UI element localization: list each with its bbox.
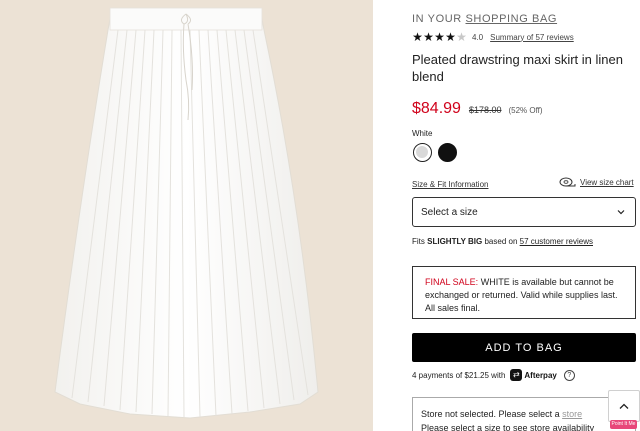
size-select-placeholder: Select a size <box>421 206 478 218</box>
chevron-up-icon <box>619 403 629 409</box>
customer-reviews-link[interactable]: 57 customer reviews <box>520 237 593 246</box>
color-swatch-black[interactable] <box>438 143 457 162</box>
shopping-bag-link[interactable]: SHOPPING BAG <box>466 13 558 25</box>
chevron-down-icon <box>617 210 625 215</box>
fit-summary: Fits SLIGHTLY BIG based on 57 customer r… <box>412 237 593 246</box>
product-info-panel: IN YOUR SHOPPING BAG ★ ★ ★ ★ ★ 4.0 Summa… <box>412 0 640 431</box>
tape-measure-icon <box>559 177 576 187</box>
star-rating: ★ ★ ★ ★ ★ <box>412 31 467 43</box>
reviews-summary-link[interactable]: Summary of 57 reviews <box>490 33 574 42</box>
store-availability-box: Store not selected. Please select a stor… <box>412 397 636 431</box>
product-image[interactable] <box>0 0 373 431</box>
final-sale-label: FINAL SALE: <box>425 277 479 287</box>
star-filled-icon: ★ <box>434 30 445 44</box>
in-bag-prefix: IN YOUR <box>412 13 462 25</box>
star-filled-icon: ★ <box>412 30 423 44</box>
add-to-bag-button[interactable]: ADD TO BAG <box>412 333 636 362</box>
afterpay-row: 4 payments of $21.25 with ⇄ Afterpay ? <box>412 369 575 381</box>
select-store-link[interactable]: store <box>562 409 582 419</box>
info-icon[interactable]: ? <box>563 369 575 381</box>
fit-middle: based on <box>484 237 518 246</box>
price-row: $84.99 $178.00 (52% Off) <box>412 100 543 118</box>
fit-verdict: SLIGHTLY BIG <box>427 237 483 246</box>
extension-badge[interactable]: Point It Me <box>610 420 637 429</box>
final-sale-notice: FINAL SALE: WHITE is available but canno… <box>412 266 636 319</box>
afterpay-brand: Afterpay <box>524 370 557 380</box>
afterpay-logo-icon: ⇄ <box>510 369 523 381</box>
size-chart-link[interactable]: View size chart <box>559 177 634 188</box>
discount-percent: (52% Off) <box>508 106 543 115</box>
star-filled-icon: ★ <box>423 30 434 44</box>
color-swatch-white[interactable] <box>413 143 432 162</box>
scroll-to-top-button[interactable] <box>608 390 640 422</box>
original-price: $178.00 <box>468 105 502 115</box>
size-select-dropdown[interactable]: Select a size <box>412 197 636 227</box>
rating-row: ★ ★ ★ ★ ★ 4.0 Summary of 57 reviews <box>412 31 574 43</box>
in-bag-notice: IN YOUR SHOPPING BAG <box>412 13 557 25</box>
star-empty-icon: ★ <box>456 30 467 44</box>
product-title: Pleated drawstring maxi skirt in linen b… <box>412 52 623 84</box>
sale-price: $84.99 <box>412 100 461 117</box>
rating-value: 4.0 <box>472 32 484 42</box>
store-availability-text: Please select a size to see store availa… <box>421 423 595 431</box>
skirt-illustration <box>54 7 319 419</box>
size-chart-label: View size chart <box>580 178 634 187</box>
fit-prefix: Fits <box>412 237 425 246</box>
store-line-1: Store not selected. Please select a stor… <box>421 407 627 421</box>
afterpay-text: 4 payments of $21.25 with <box>412 370 506 380</box>
star-filled-icon: ★ <box>445 30 456 44</box>
store-not-selected-text: Store not selected. Please select a <box>421 409 560 419</box>
size-fit-info-link[interactable]: Size & Fit Information <box>412 180 488 189</box>
color-label: White <box>412 129 433 138</box>
